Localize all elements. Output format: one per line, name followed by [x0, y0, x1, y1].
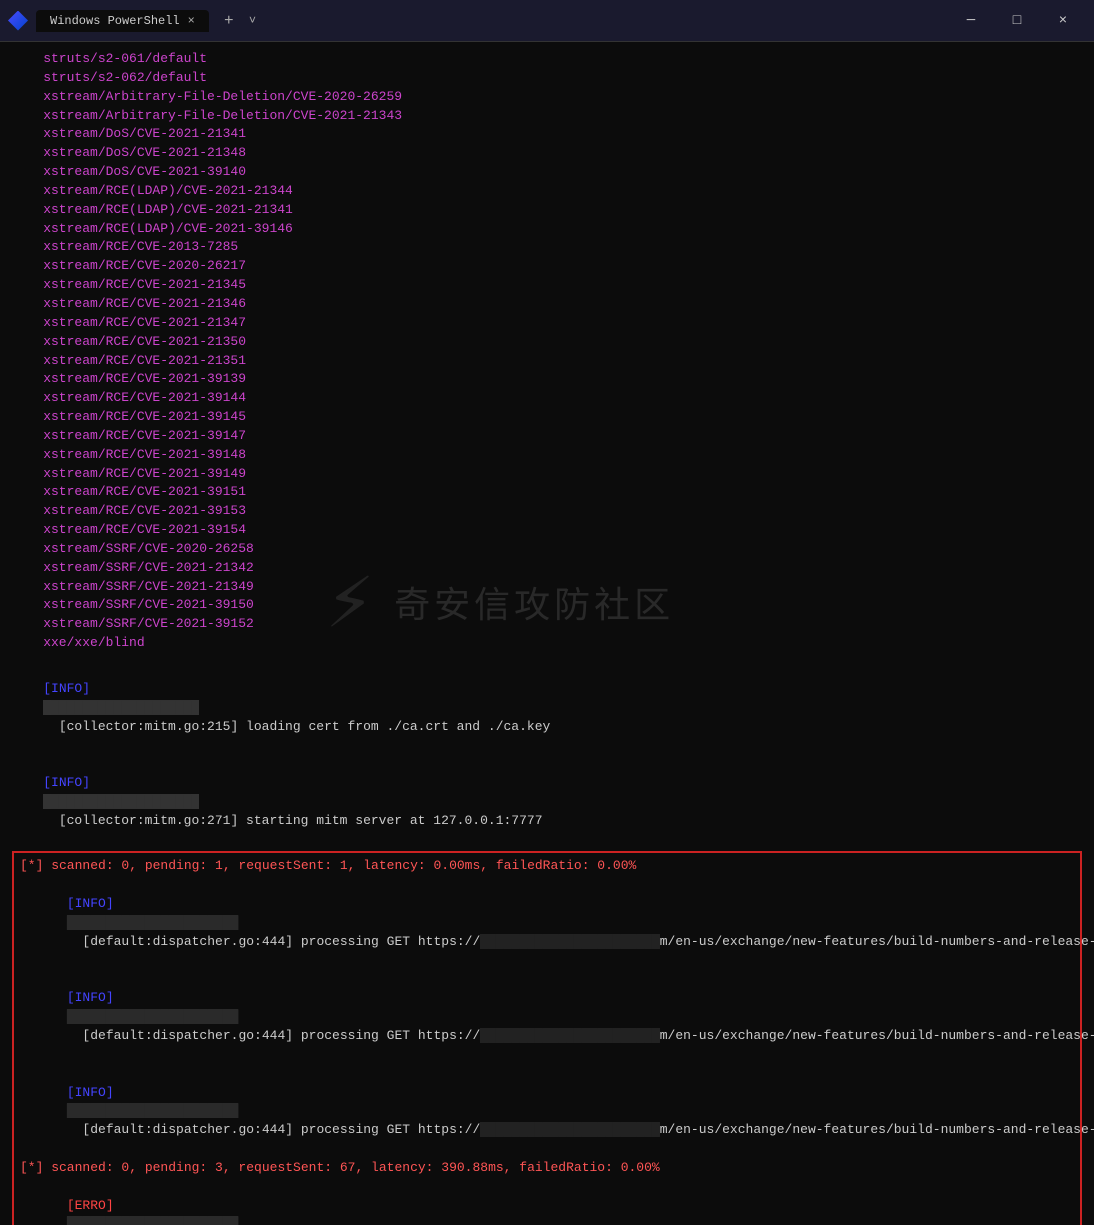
- blank-line: [12, 653, 1082, 661]
- titlebar: Windows PowerShell × + ˅ ─ □ ×: [0, 0, 1094, 42]
- close-button[interactable]: ×: [1040, 0, 1086, 42]
- list-item: xstream/RCE/CVE-2021-21346: [12, 295, 1082, 314]
- list-item: xstream/SSRF/CVE-2021-21349: [12, 578, 1082, 597]
- maximize-button[interactable]: □: [994, 0, 1040, 42]
- list-item: xstream/SSRF/CVE-2021-39152: [12, 615, 1082, 634]
- log-prefix: [INFO]: [43, 775, 90, 790]
- list-item: xstream/SSRF/CVE-2021-39150: [12, 596, 1082, 615]
- window-controls: ─ □ ×: [948, 0, 1086, 42]
- list-item: xstream/SSRF/CVE-2021-21342: [12, 559, 1082, 578]
- list-item: xstream/RCE/CVE-2021-21347: [12, 314, 1082, 333]
- list-item: xstream/RCE/CVE-2021-39148: [12, 446, 1082, 465]
- list-item: xstream/RCE/CVE-2020-26217: [12, 257, 1082, 276]
- log-line: [ERRO] ██████████████████████ [controlle…: [20, 1178, 1074, 1225]
- log-line: [INFO] ██████████████████████ [default:d…: [20, 1065, 1074, 1159]
- list-item: xstream/DoS/CVE-2021-21348: [12, 144, 1082, 163]
- list-item: xstream/RCE/CVE-2021-21345: [12, 276, 1082, 295]
- powershell-icon: [8, 11, 28, 31]
- list-item: xstream/Arbitrary-File-Deletion/CVE-2021…: [12, 107, 1082, 126]
- list-item: xstream/SSRF/CVE-2020-26258: [12, 540, 1082, 559]
- red-border-section: [*] scanned: 0, pending: 1, requestSent:…: [12, 851, 1082, 1225]
- list-item: xstream/DoS/CVE-2021-39140: [12, 163, 1082, 182]
- tab-label: Windows PowerShell: [50, 14, 180, 28]
- list-item: struts/s2-062/default: [12, 69, 1082, 88]
- log-line: [INFO] ██████████████████████ [default:d…: [20, 876, 1074, 970]
- list-item: xstream/RCE/CVE-2021-21350: [12, 333, 1082, 352]
- list-item: xstream/RCE/CVE-2021-21351: [12, 352, 1082, 371]
- terminal-body: struts/s2-061/default struts/s2-062/defa…: [0, 42, 1094, 1225]
- list-item: xstream/RCE(LDAP)/CVE-2021-21341: [12, 201, 1082, 220]
- tab-dropdown-button[interactable]: ˅: [245, 10, 260, 32]
- list-item: xstream/RCE/CVE-2021-39153: [12, 502, 1082, 521]
- log-line: [INFO] ██████████████████ [collector:mit…: [12, 661, 1082, 755]
- list-item: xxe/xxe/blind: [12, 634, 1082, 653]
- new-tab-button[interactable]: +: [213, 6, 245, 36]
- list-item: xstream/RCE/CVE-2021-39139: [12, 370, 1082, 389]
- list-item: xstream/RCE/CVE-2021-39154: [12, 521, 1082, 540]
- list-item: xstream/RCE/CVE-2021-39144: [12, 389, 1082, 408]
- list-item: xstream/RCE(LDAP)/CVE-2021-39146: [12, 220, 1082, 239]
- list-item: struts/s2-061/default: [12, 50, 1082, 69]
- list-item: xstream/Arbitrary-File-Deletion/CVE-2020…: [12, 88, 1082, 107]
- list-item: xstream/RCE/CVE-2021-39145: [12, 408, 1082, 427]
- list-item: xstream/RCE/CVE-2021-39151: [12, 483, 1082, 502]
- tab-close-button[interactable]: ×: [188, 14, 195, 28]
- list-item: xstream/RCE/CVE-2013-7285: [12, 238, 1082, 257]
- list-item: xstream/RCE(LDAP)/CVE-2021-21344: [12, 182, 1082, 201]
- log-prefix: [INFO]: [43, 681, 90, 696]
- minimize-button[interactable]: ─: [948, 0, 994, 42]
- list-item: xstream/DoS/CVE-2021-21341: [12, 125, 1082, 144]
- scan-status-line: [*] scanned: 0, pending: 3, requestSent:…: [20, 1159, 1074, 1178]
- scan-status-line: [*] scanned: 0, pending: 1, requestSent:…: [20, 857, 1074, 876]
- list-item: xstream/RCE/CVE-2021-39149: [12, 465, 1082, 484]
- list-item: xstream/RCE/CVE-2021-39147: [12, 427, 1082, 446]
- log-line: [INFO] ██████████████████ [collector:mit…: [12, 755, 1082, 849]
- active-tab[interactable]: Windows PowerShell ×: [36, 10, 209, 32]
- log-line: [INFO] ██████████████████████ [default:d…: [20, 971, 1074, 1065]
